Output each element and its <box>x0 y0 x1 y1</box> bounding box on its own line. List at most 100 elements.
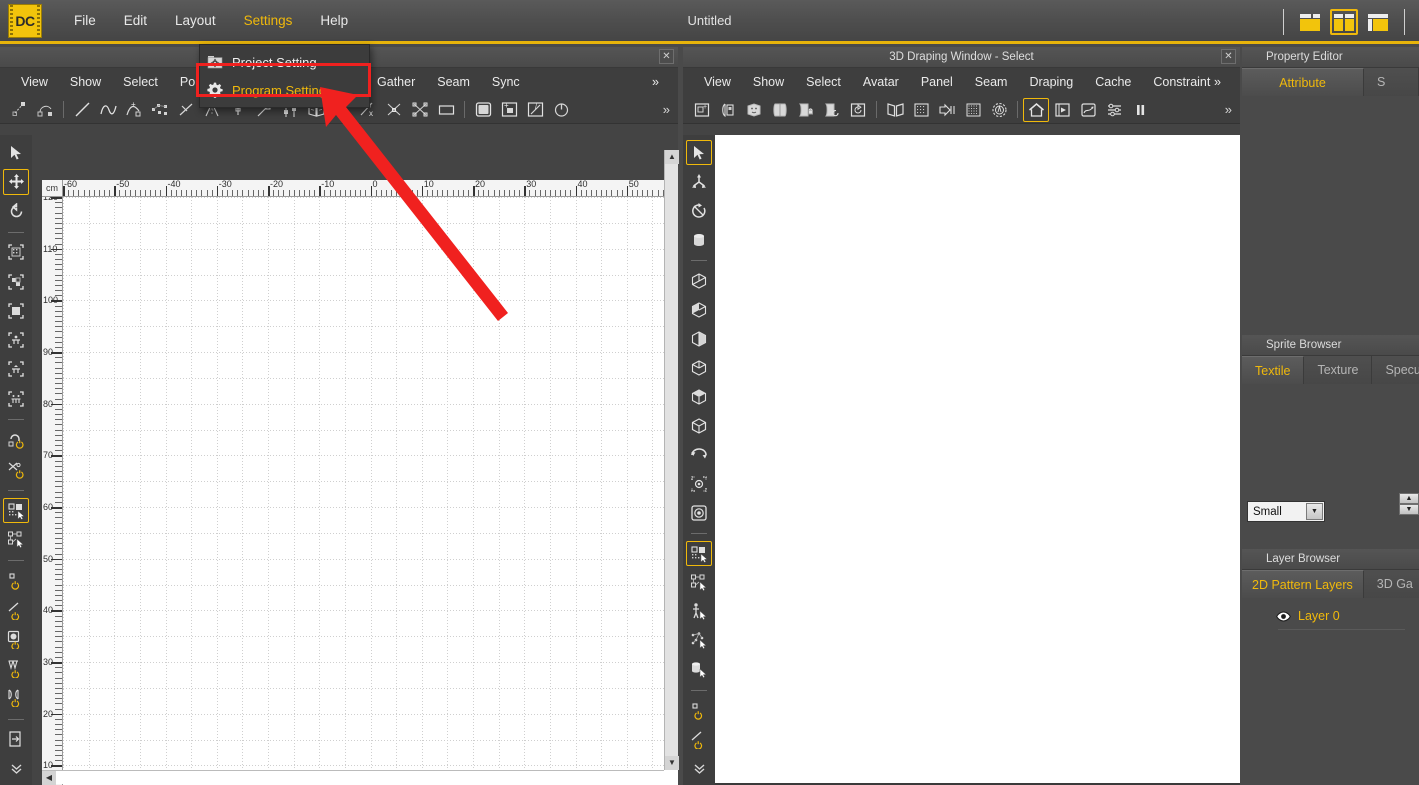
reset-icon[interactable] <box>845 98 871 122</box>
sync-pattern-tool[interactable] <box>3 498 29 523</box>
draping-menu-seam[interactable]: Seam <box>964 73 1019 91</box>
select-pattern-tool[interactable] <box>686 541 712 566</box>
focus-tool[interactable] <box>686 471 712 496</box>
power-toggle-icon[interactable] <box>548 98 574 122</box>
select-volume-tool[interactable] <box>686 657 712 682</box>
draping-menu-show[interactable]: Show <box>742 73 795 91</box>
list-item[interactable]: Layer 0 <box>1242 603 1419 629</box>
edit-curve-point-tool[interactable] <box>3 269 29 294</box>
point-toggle-tool[interactable] <box>686 698 712 723</box>
select-mesh-tool[interactable] <box>686 570 712 595</box>
layout-split-button[interactable] <box>1330 9 1358 35</box>
menu-help[interactable]: Help <box>306 9 362 32</box>
point-toggle-tool[interactable] <box>3 568 29 593</box>
move-gizmo-tool[interactable] <box>686 169 712 194</box>
draping-toolbar-overflow-icon[interactable]: » <box>1225 102 1232 117</box>
draping-menu-cache[interactable]: Cache <box>1084 73 1142 91</box>
cube-shaded-tool[interactable] <box>686 297 712 322</box>
panel-fill-icon[interactable] <box>470 98 496 122</box>
pause-simulation-icon[interactable] <box>1127 98 1153 122</box>
select-mesh-tool[interactable] <box>3 527 29 552</box>
draping-menu-draping[interactable]: Draping <box>1018 73 1084 91</box>
pattern-menu-overflow-icon[interactable]: » <box>641 73 670 91</box>
select-arrow-tool[interactable] <box>686 140 712 165</box>
pattern-menu-show[interactable]: Show <box>59 73 112 91</box>
load-object-icon[interactable]: + <box>689 98 715 122</box>
home-view-icon[interactable] <box>1023 98 1049 122</box>
select-avatar-tool[interactable] <box>686 599 712 624</box>
draping-window-close-icon[interactable]: ✕ <box>1221 49 1236 64</box>
cube-solid-tool[interactable] <box>686 413 712 438</box>
menu-settings[interactable]: Settings <box>230 9 307 32</box>
pattern-toolbar-overflow-icon[interactable]: » <box>663 102 670 117</box>
cube-front-tool[interactable] <box>686 268 712 293</box>
curve-icon[interactable] <box>95 98 121 122</box>
record-simulation-icon[interactable] <box>1075 98 1101 122</box>
draping-viewport[interactable] <box>715 135 1240 783</box>
scroll-left-arrow-icon[interactable]: ◀ <box>42 771 56 785</box>
tab-3d-garment[interactable]: 3D Ga <box>1364 570 1419 598</box>
avatar-pose-icon[interactable] <box>741 98 767 122</box>
menu-item-program-setting[interactable]: Program Setting <box>200 76 369 104</box>
rotate-tool[interactable] <box>3 199 29 224</box>
chevron-down-icon[interactable]: ▼ <box>1306 503 1323 520</box>
layout-3d-only-button[interactable] <box>1364 9 1392 35</box>
pattern-menu-seam[interactable]: Seam <box>426 73 481 91</box>
menu-edit[interactable]: Edit <box>110 9 161 32</box>
transform-pattern-tool[interactable] <box>3 298 29 323</box>
sprite-spinner-up[interactable]: ▲ <box>1399 493 1419 504</box>
tab-texture[interactable]: Texture <box>1304 356 1372 384</box>
menu-file[interactable]: File <box>60 9 110 32</box>
garment-lock-icon[interactable] <box>793 98 819 122</box>
add-panel-icon[interactable]: + <box>496 98 522 122</box>
scroll-down-arrow-icon[interactable]: ▼ <box>665 756 679 770</box>
seam-view-icon[interactable] <box>934 98 960 122</box>
cylinder-tool[interactable] <box>686 227 712 252</box>
polygon-line-icon[interactable] <box>69 98 95 122</box>
menu-layout[interactable]: Layout <box>161 9 230 32</box>
pattern-menu-gather[interactable]: Gather <box>366 73 426 91</box>
tab-style[interactable]: S <box>1364 68 1419 96</box>
export-tool[interactable] <box>3 726 29 751</box>
select-particle-tool[interactable] <box>686 628 712 653</box>
trace-tool[interactable] <box>3 427 29 452</box>
pattern-menu-select[interactable]: Select <box>112 73 169 91</box>
cube-outline-tool[interactable] <box>686 355 712 380</box>
fold-arrange-tool[interactable] <box>3 357 29 382</box>
select-arrow-tool[interactable] <box>3 140 29 165</box>
vertical-ruler[interactable]: 1201101009080706050403020100 <box>42 197 63 785</box>
draping-menu-overflow-icon[interactable]: » <box>1203 73 1232 91</box>
pattern-menu-sync[interactable]: Sync <box>481 73 531 91</box>
menu-item-project-setting[interactable]: Project Setting <box>200 48 369 76</box>
edit-curve-icon[interactable] <box>32 98 58 122</box>
garment-reload-icon[interactable] <box>819 98 845 122</box>
trim-icon[interactable] <box>381 98 407 122</box>
play-simulation-icon[interactable] <box>1049 98 1075 122</box>
cube-half-tool[interactable] <box>686 326 712 351</box>
edit-pattern-tool[interactable] <box>3 240 29 265</box>
scroll-up-arrow-icon[interactable]: ▲ <box>665 150 679 164</box>
sprite-size-select[interactable]: Small ▼ <box>1247 501 1325 522</box>
tab-textile[interactable]: Textile <box>1242 356 1304 384</box>
fold-toggle-tool[interactable] <box>3 685 29 710</box>
dart-toggle-tool[interactable] <box>3 656 29 681</box>
rotate-gizmo-tool[interactable] <box>686 198 712 223</box>
edit-pattern-icon[interactable] <box>6 98 32 122</box>
layout-2d-only-button[interactable] <box>1296 9 1324 35</box>
more-tools-chevron[interactable] <box>686 756 712 781</box>
avatar-pin-icon[interactable] <box>986 98 1012 122</box>
garment-icon[interactable] <box>767 98 793 122</box>
draping-menu-panel[interactable]: Panel <box>910 73 964 91</box>
pattern-vertical-scrollbar[interactable]: ▲ ▼ <box>664 150 678 770</box>
rectangle-icon[interactable] <box>433 98 459 122</box>
cut-sew-tool[interactable] <box>3 457 29 482</box>
tab-specular[interactable]: Specular <box>1372 356 1419 384</box>
orbit-tool[interactable] <box>686 442 712 467</box>
draping-menu-select[interactable]: Select <box>795 73 852 91</box>
draping-menu-view[interactable]: View <box>693 73 742 91</box>
tab-2d-pattern-layers[interactable]: 2D Pattern Layers <box>1242 570 1364 598</box>
line-toggle-tool[interactable] <box>686 727 712 752</box>
circle-toggle-tool[interactable] <box>3 627 29 652</box>
multi-fold-tool[interactable] <box>3 386 29 411</box>
cube-split-tool[interactable] <box>686 384 712 409</box>
